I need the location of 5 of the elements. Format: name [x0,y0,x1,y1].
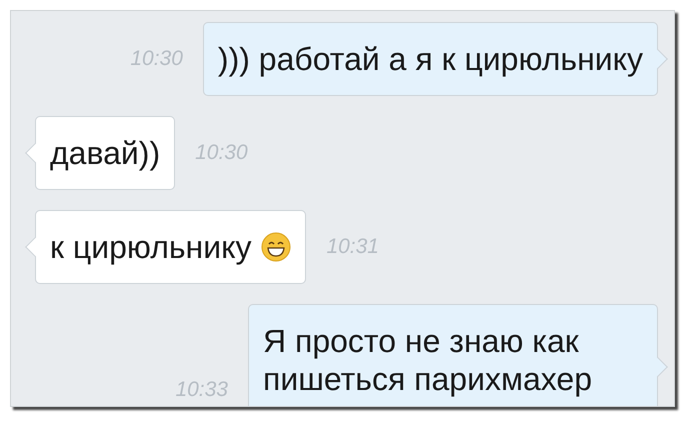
smiley-icon [261,232,292,262]
message-text: Я просто не знаю как пишеться парихмахер [263,323,592,397]
message-text: к цирюльнику [50,229,252,265]
message-text: давай)) [50,135,160,171]
message-text: ))) работай а я к цирюльнику [218,41,643,77]
